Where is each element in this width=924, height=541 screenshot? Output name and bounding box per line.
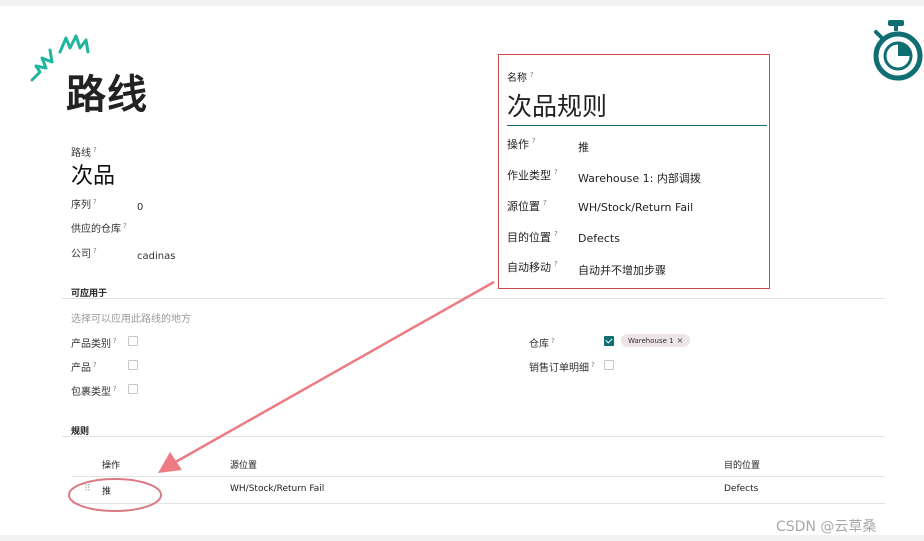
rule-source-cell: WH/Stock/Return Fail: [230, 484, 325, 494]
rule-action-value[interactable]: 推: [578, 139, 589, 155]
watermark: CSDN @云草桑: [776, 519, 877, 535]
product-category-checkbox[interactable]: [128, 336, 138, 346]
column-header-action[interactable]: 操作: [102, 458, 120, 471]
help-icon[interactable]: ?: [93, 361, 97, 369]
help-icon[interactable]: ?: [554, 230, 558, 238]
package-type-label: 包裹类型?: [71, 384, 117, 398]
route-name[interactable]: 次品: [71, 158, 115, 190]
help-icon[interactable]: ?: [113, 385, 117, 393]
page-title: 路线: [66, 72, 148, 118]
warehouse-label: 仓库?: [529, 336, 555, 350]
rule-dest-cell: Defects: [724, 484, 759, 494]
source-location-label: 源位置?: [507, 199, 547, 213]
company-label: 公司?: [71, 246, 97, 260]
help-icon[interactable]: ?: [554, 168, 558, 176]
help-icon[interactable]: ?: [530, 71, 534, 79]
rule-action-label: 操作?: [507, 137, 536, 151]
help-icon[interactable]: ?: [543, 199, 547, 207]
product-checkbox[interactable]: [128, 360, 138, 370]
help-icon[interactable]: ?: [554, 260, 558, 268]
product-label: 产品?: [71, 360, 97, 374]
rule-name-value[interactable]: 次品规则: [507, 87, 607, 123]
company-value[interactable]: cadinas: [137, 251, 175, 262]
table-bottom-divider: [72, 503, 885, 504]
dest-location-label: 目的位置?: [507, 230, 558, 244]
rule-name-underline: [507, 125, 767, 126]
help-icon[interactable]: ?: [591, 361, 595, 369]
stopwatch-icon: [873, 20, 923, 81]
package-type-checkbox[interactable]: [128, 384, 138, 394]
operation-type-label: 作业类型?: [507, 168, 558, 182]
warehouse-checkbox[interactable]: [604, 336, 614, 346]
column-header-dest[interactable]: 目的位置: [724, 458, 760, 471]
supplied-warehouse-label: 供应的仓库?: [71, 221, 127, 235]
help-icon[interactable]: ?: [113, 337, 117, 345]
close-icon[interactable]: ×: [677, 336, 684, 345]
route-field-label: 路线?: [71, 145, 97, 159]
sequence-label: 序列?: [71, 197, 97, 211]
sequence-value[interactable]: 0: [137, 202, 143, 213]
sale-line-checkbox[interactable]: [604, 360, 614, 370]
auto-move-value[interactable]: 自动并不增加步骤: [578, 262, 666, 278]
rule-name-label: 名称?: [507, 70, 534, 84]
product-category-label: 产品类别?: [71, 336, 117, 350]
help-icon[interactable]: ?: [93, 198, 97, 206]
help-icon[interactable]: ?: [551, 337, 555, 345]
highlight-ellipse: [68, 478, 162, 512]
dest-location-value[interactable]: Defects: [578, 232, 620, 245]
auto-move-label: 自动移动?: [507, 260, 558, 274]
sale-line-label: 销售订单明细?: [529, 360, 595, 374]
operation-type-value[interactable]: Warehouse 1: 内部调拨: [578, 170, 701, 186]
help-icon[interactable]: ?: [123, 222, 127, 230]
rule-detail-callout: 名称? 次品规则 操作? 推 作业类型? Warehouse 1: 内部调拨 源…: [498, 54, 770, 289]
annotation-arrow: [158, 280, 495, 473]
warehouse-tag[interactable]: Warehouse 1 ×: [621, 334, 691, 347]
page-canvas: 路线 路线? 次品 序列? 0 供应的仓库? 公司? cadinas 可应用于 …: [0, 6, 924, 535]
help-icon[interactable]: ?: [532, 137, 536, 145]
help-icon[interactable]: ?: [93, 146, 97, 154]
help-icon[interactable]: ?: [93, 247, 97, 255]
source-location-value[interactable]: WH/Stock/Return Fail: [578, 201, 693, 214]
